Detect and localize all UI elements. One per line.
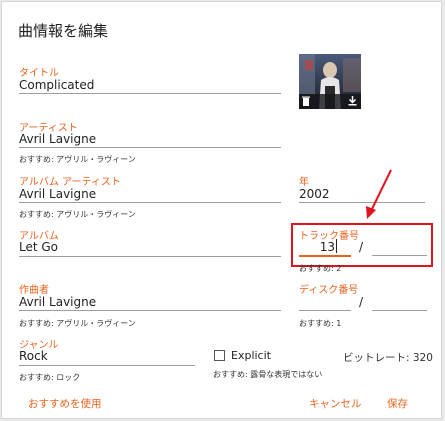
disc-underline — [299, 310, 351, 311]
track-total-underline — [372, 255, 427, 256]
album-artist-label: アルバム アーティスト — [19, 177, 121, 188]
genre-input[interactable]: Rock — [19, 349, 48, 363]
composer-label: 作曲者 — [19, 285, 49, 296]
track-input[interactable]: 13 — [299, 240, 335, 254]
text-cursor — [336, 239, 337, 253]
annotation-arrow — [366, 169, 392, 219]
album-input[interactable]: Let Go — [19, 240, 58, 254]
album-artist-suggestion: おすすめ: アヴリル・ラヴィーン — [19, 210, 136, 219]
composer-input[interactable]: Avril Lavigne — [19, 295, 96, 309]
dialog-title: 曲情報を編集 — [18, 22, 109, 40]
artist-underline — [19, 147, 281, 148]
year-label: 年 — [299, 177, 309, 188]
track-underline-active — [299, 255, 351, 257]
composer-underline — [19, 310, 281, 311]
explicit-suggestion: おすすめ: 露骨な表現ではない — [213, 370, 323, 379]
disc-label: ディスク番号 — [299, 285, 359, 296]
download-icon[interactable] — [348, 96, 357, 106]
genre-suggestion: おすすめ: ロック — [19, 373, 81, 382]
use-suggestions-button[interactable]: おすすめを使用 — [28, 396, 102, 411]
track-separator: / — [359, 240, 364, 254]
cancel-button[interactable]: キャンセル — [309, 396, 362, 411]
album-artist-underline — [19, 202, 281, 203]
disc-separator: / — [359, 295, 364, 309]
album-underline — [19, 256, 281, 257]
edit-track-dialog: 曲情報を編集 タイトル Complicated アーティスト Avril Lav… — [1, 1, 442, 419]
genre-underline — [19, 365, 195, 366]
year-input[interactable]: 2002 — [299, 187, 330, 201]
title-underline — [19, 93, 281, 94]
trash-icon[interactable] — [302, 96, 310, 106]
disc-total-underline — [372, 310, 427, 311]
save-button[interactable]: 保存 — [387, 396, 408, 411]
artist-input[interactable]: Avril Lavigne — [19, 132, 96, 146]
album-art[interactable] — [299, 54, 361, 109]
disc-suggestion: おすすめ: 1 — [299, 319, 342, 328]
track-suggestion: おすすめ: 2 — [299, 264, 342, 273]
album-artist-input[interactable]: Avril Lavigne — [19, 187, 96, 201]
composer-suggestion: おすすめ: アヴリル・ラヴィーン — [19, 319, 136, 328]
explicit-label: Explicit — [231, 349, 271, 362]
bitrate-text: ビットレート: 320 — [343, 352, 433, 364]
artist-suggestion: おすすめ: アヴリル・ラヴィーン — [19, 155, 136, 164]
explicit-checkbox[interactable] — [214, 350, 225, 361]
title-label: タイトル — [19, 68, 59, 79]
title-input[interactable]: Complicated — [19, 78, 94, 92]
